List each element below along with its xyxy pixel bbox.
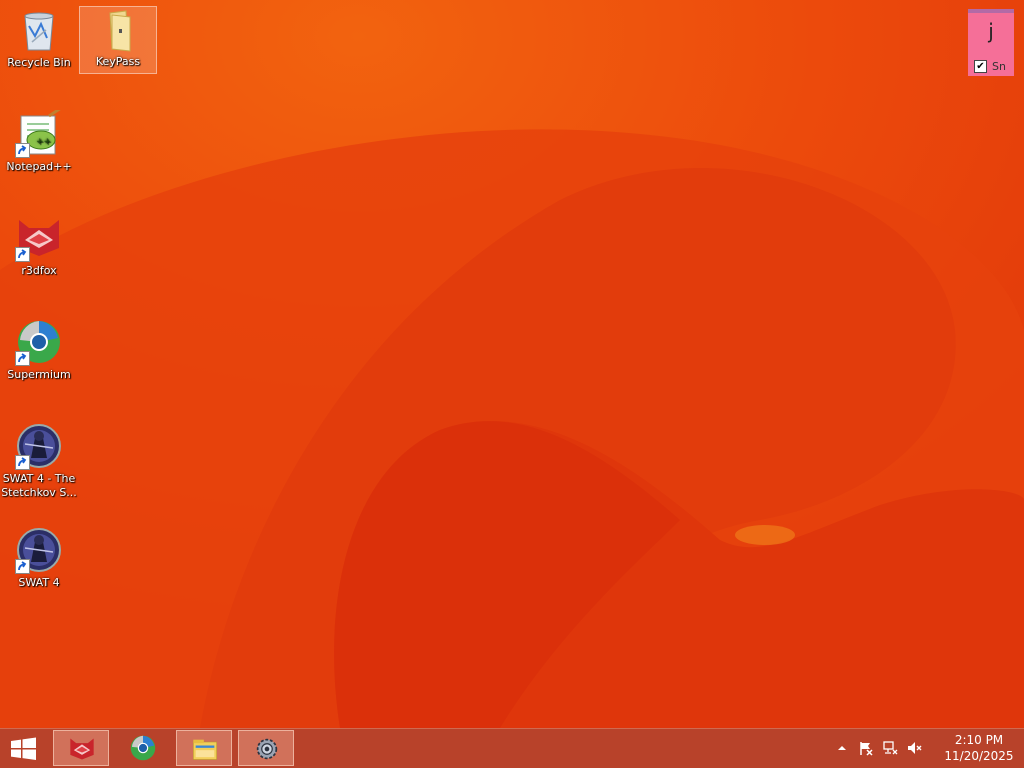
volume-muted-icon[interactable]	[906, 740, 922, 756]
taskbar-file-explorer[interactable]	[176, 730, 232, 766]
desktop-icon-label: SWAT 4 - The Stetchkov S...	[1, 472, 77, 499]
taskbar-r3dfox[interactable]	[53, 730, 109, 766]
start-button[interactable]	[0, 729, 48, 768]
r3dfox-icon	[15, 214, 63, 262]
windows-logo-icon	[11, 737, 36, 760]
desktop-icon-label: Notepad++	[6, 160, 72, 173]
supermium-icon	[130, 735, 156, 761]
shortcut-arrow-icon	[15, 559, 30, 574]
network-icon[interactable]	[882, 740, 898, 756]
sticky-note-option[interactable]: ✔ Sn	[974, 60, 1006, 73]
shortcut-arrow-icon	[15, 455, 30, 470]
shortcut-arrow-icon	[15, 247, 30, 262]
desktop-icon-label: r3dfox	[21, 264, 57, 277]
shortcut-arrow-icon	[15, 143, 30, 158]
desktop-icon-label: Supermium	[7, 368, 71, 381]
system-tray: 2:10 PM 11/20/2025	[834, 729, 1024, 768]
desktop-icon-swat4[interactable]: SWAT 4	[1, 522, 77, 590]
action-center-flag-icon[interactable]	[858, 740, 874, 756]
taskbar: 2:10 PM 11/20/2025	[0, 728, 1024, 768]
show-hidden-icons-chevron-icon[interactable]	[834, 740, 850, 756]
desktop-icon-r3dfox[interactable]: r3dfox	[1, 210, 77, 278]
sticky-note-checkbox[interactable]: ✔	[974, 60, 987, 73]
desktop-icon-swat4-stetchkov[interactable]: SWAT 4 - The Stetchkov S...	[1, 418, 77, 500]
file-explorer-icon	[193, 739, 217, 760]
desktop[interactable]: Recycle Bin KeyPass ++ Notepad++ r3dfox …	[0, 0, 1024, 728]
desktop-icon-keypass[interactable]: KeyPass	[79, 6, 157, 74]
folder-icon	[94, 7, 142, 55]
clock-time: 2:10 PM	[954, 733, 1004, 747]
notepadpp-icon: ++	[15, 106, 63, 158]
desktop-icon-label: KeyPass	[95, 55, 141, 68]
desktop-icon-label: SWAT 4	[18, 576, 60, 589]
swat4-icon	[15, 422, 63, 470]
gear-icon	[256, 738, 278, 760]
recycle-bin-icon	[15, 6, 63, 54]
sticky-note[interactable]: j ✔ Sn	[968, 9, 1014, 76]
desktop-icon-recycle-bin[interactable]: Recycle Bin	[1, 2, 77, 70]
shortcut-arrow-icon	[15, 351, 30, 366]
svg-text:++: ++	[36, 137, 51, 147]
supermium-icon	[15, 318, 63, 366]
swat4-icon	[15, 526, 63, 574]
taskbar-supermium[interactable]	[115, 730, 171, 766]
desktop-icon-label: Recycle Bin	[7, 56, 71, 69]
sticky-note-checkbox-label: Sn	[992, 60, 1006, 73]
desktop-icon-notepadpp[interactable]: ++ Notepad++	[1, 106, 77, 174]
r3dfox-icon	[70, 738, 94, 760]
taskbar-settings[interactable]	[238, 730, 294, 766]
sticky-note-text[interactable]: j	[968, 19, 1014, 43]
desktop-icon-supermium[interactable]: Supermium	[1, 314, 77, 382]
taskbar-clock[interactable]: 2:10 PM 11/20/2025	[944, 732, 1014, 764]
wallpaper	[0, 0, 1024, 728]
clock-date: 11/20/2025	[944, 749, 1014, 763]
